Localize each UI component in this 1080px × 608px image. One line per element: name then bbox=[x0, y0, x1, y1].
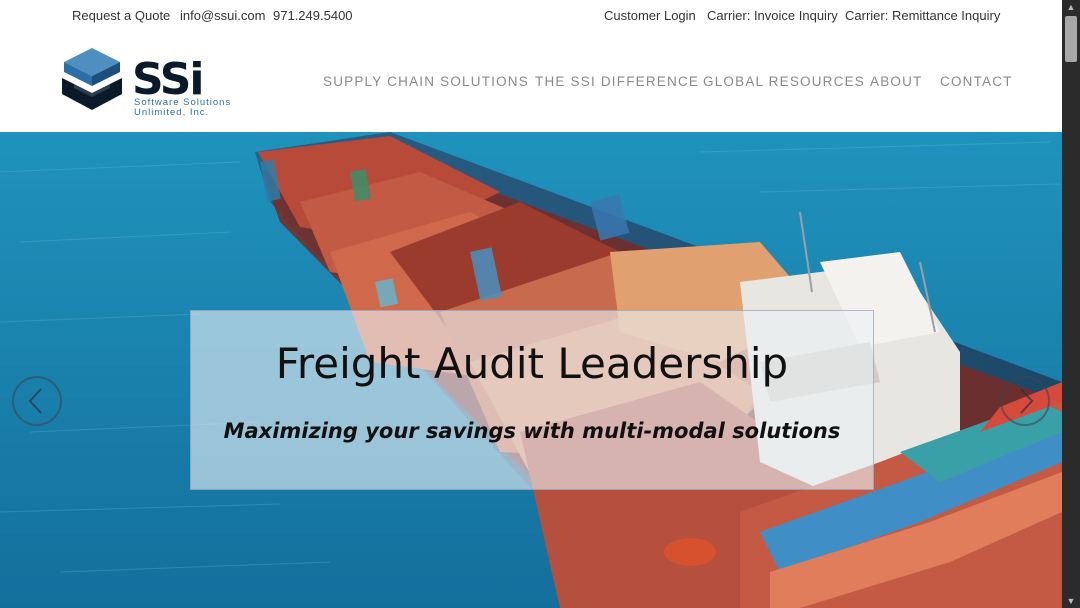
hero-caption-box: Freight Audit Leadership Maximizing your… bbox=[190, 310, 874, 490]
nav-contact[interactable]: CONTACT bbox=[940, 74, 1013, 89]
nav-the-ssi-difference[interactable]: THE SSI DIFFERENCE bbox=[535, 74, 699, 89]
logo-subtitle: Software Solutions Unlimited, Inc. bbox=[134, 98, 231, 118]
email-link[interactable]: info@ssui.com bbox=[180, 8, 265, 23]
site-header: SSi Software Solutions Unlimited, Inc. S… bbox=[0, 32, 1062, 132]
page-scrollbar[interactable]: ▲ ▼ bbox=[1062, 0, 1080, 608]
chevron-right-icon bbox=[1020, 388, 1034, 414]
nav-about[interactable]: ABOUT bbox=[870, 74, 923, 89]
slider-next-button[interactable] bbox=[1000, 376, 1050, 426]
site-logo[interactable]: SSi Software Solutions Unlimited, Inc. bbox=[60, 44, 240, 120]
phone-link[interactable]: 971.249.5400 bbox=[273, 8, 353, 23]
logo-cube-icon bbox=[62, 48, 122, 110]
customer-login-link[interactable]: Customer Login bbox=[604, 8, 696, 23]
hero-title: Freight Audit Leadership bbox=[275, 339, 789, 388]
carrier-invoice-inquiry-link[interactable]: Carrier: Invoice Inquiry bbox=[707, 8, 838, 23]
scroll-up-arrow-icon[interactable]: ▲ bbox=[1062, 0, 1080, 14]
slider-prev-button[interactable] bbox=[12, 376, 62, 426]
hero-subtitle: Maximizing your savings with multi-modal… bbox=[223, 419, 841, 443]
carrier-remittance-inquiry-link[interactable]: Carrier: Remittance Inquiry bbox=[845, 8, 1000, 23]
logo-wordmark: SSi bbox=[132, 54, 204, 105]
nav-global-resources[interactable]: GLOBAL RESOURCES bbox=[703, 74, 865, 89]
scrollbar-thumb[interactable] bbox=[1065, 16, 1077, 62]
chevron-left-icon bbox=[28, 388, 42, 414]
request-quote-link[interactable]: Request a Quote bbox=[72, 8, 170, 23]
nav-supply-chain-solutions[interactable]: SUPPLY CHAIN SOLUTIONS bbox=[323, 74, 529, 89]
scroll-down-arrow-icon[interactable]: ▼ bbox=[1062, 594, 1080, 608]
logo-subtitle-line-2: Unlimited, Inc. bbox=[134, 107, 210, 118]
utility-bar: Request a Quote info@ssui.com 971.249.54… bbox=[0, 0, 1062, 32]
hero-slider: Freight Audit Leadership Maximizing your… bbox=[0, 132, 1062, 608]
